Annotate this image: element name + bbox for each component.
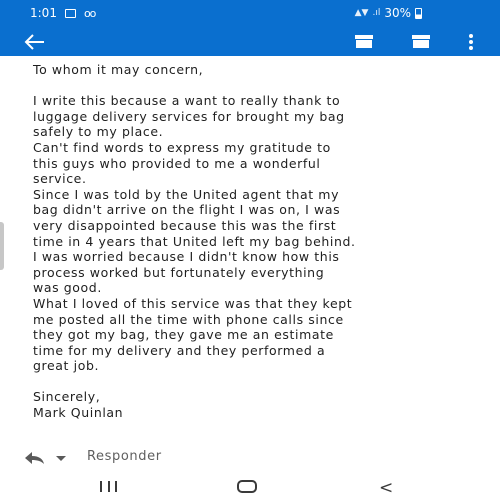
email-line: I write this because a want to really th… xyxy=(33,93,341,109)
archive-icon[interactable] xyxy=(412,35,430,48)
email-line: I was worried because I didn't know how … xyxy=(33,249,340,265)
back-arrow-icon[interactable] xyxy=(22,32,46,52)
email-line: time in 4 years that United left my bag … xyxy=(33,233,356,249)
email-line: bag didn't arrive on the flight I was on… xyxy=(33,202,341,218)
email-line: very disappointed because this was the f… xyxy=(33,217,337,233)
status-left: 1:01 oo xyxy=(30,6,97,20)
email-line: Since I was told by the United agent tha… xyxy=(33,186,340,202)
status-bar: 1:01 oo ▲▼ .ıl 30% xyxy=(0,0,500,27)
email-line: process worked but fortunately everythin… xyxy=(33,264,325,280)
back-nav-icon[interactable]: < xyxy=(379,478,393,498)
email-line: safely to my place. xyxy=(33,124,164,140)
more-vert-icon[interactable] xyxy=(468,34,474,50)
email-line: luggage delivery services for brought my… xyxy=(33,108,345,124)
email-line: they got my bag, they gave me an estimat… xyxy=(33,327,334,343)
app-bar xyxy=(0,27,500,56)
reply-bar: Responder xyxy=(0,444,500,472)
dropdown-caret-icon[interactable] xyxy=(56,456,66,461)
email-line: this guys who provided to me a wonderful xyxy=(33,155,321,171)
navigation-bar: < xyxy=(0,474,500,500)
status-time: 1:01 xyxy=(30,6,57,20)
email-line: me posted all the time with phone calls … xyxy=(33,311,344,327)
battery-icon xyxy=(415,7,422,19)
email-signature: Mark Quinlan xyxy=(33,405,124,421)
recent-apps-icon[interactable] xyxy=(100,481,117,492)
voicemail-icon: oo xyxy=(83,6,97,20)
email-line: What I loved of this service was that th… xyxy=(33,295,353,311)
email-line: service. xyxy=(33,171,87,187)
reply-icon[interactable] xyxy=(23,451,45,465)
side-panel-handle[interactable] xyxy=(0,222,4,270)
wifi-icon: ▲▼ xyxy=(354,8,369,18)
email-line: time for my delivery and they performed … xyxy=(33,342,326,358)
status-right: ▲▼ .ıl 30% xyxy=(355,6,422,20)
email-closing: Sincerely, xyxy=(33,389,101,405)
email-line: was good. xyxy=(33,280,102,296)
signal-icon: .ıl xyxy=(372,8,381,18)
battery-percent: 30% xyxy=(384,6,411,20)
home-icon[interactable] xyxy=(237,480,257,493)
archive-icon[interactable] xyxy=(355,35,373,48)
email-greeting: To whom it may concern, xyxy=(33,62,204,77)
email-line: Can't find words to express my gratitude… xyxy=(33,139,331,155)
reply-button[interactable]: Responder xyxy=(87,449,162,464)
image-notification-icon xyxy=(64,8,76,18)
email-line: great job. xyxy=(33,358,100,374)
email-body: To whom it may concern, I write this bec… xyxy=(33,62,483,421)
